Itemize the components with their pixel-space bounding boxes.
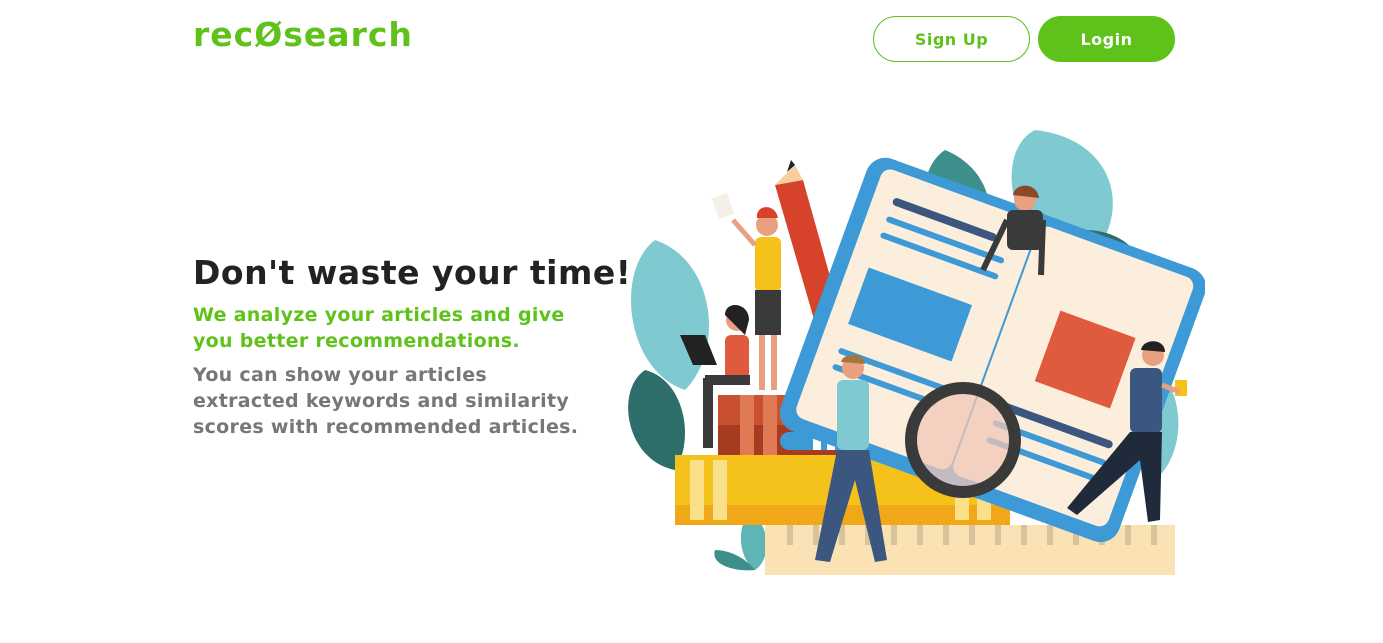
hero-subheadline: We analyze your articles and give you be…	[193, 304, 565, 352]
landing-page: recØsearch Sign Up Login Don't waste you…	[0, 0, 1383, 643]
hero-headline: Don't waste your time!	[193, 253, 632, 292]
hero-text: Don't waste your time! We analyze your a…	[193, 250, 632, 440]
brand-logo[interactable]: recØsearch	[193, 14, 413, 56]
login-button[interactable]: Login	[1038, 16, 1175, 62]
reading-books-illustration	[628, 130, 1205, 575]
hero-description: You can show your articles extracted key…	[193, 364, 579, 438]
magnifier	[905, 382, 1021, 498]
sign-up-button[interactable]: Sign Up	[873, 16, 1030, 62]
